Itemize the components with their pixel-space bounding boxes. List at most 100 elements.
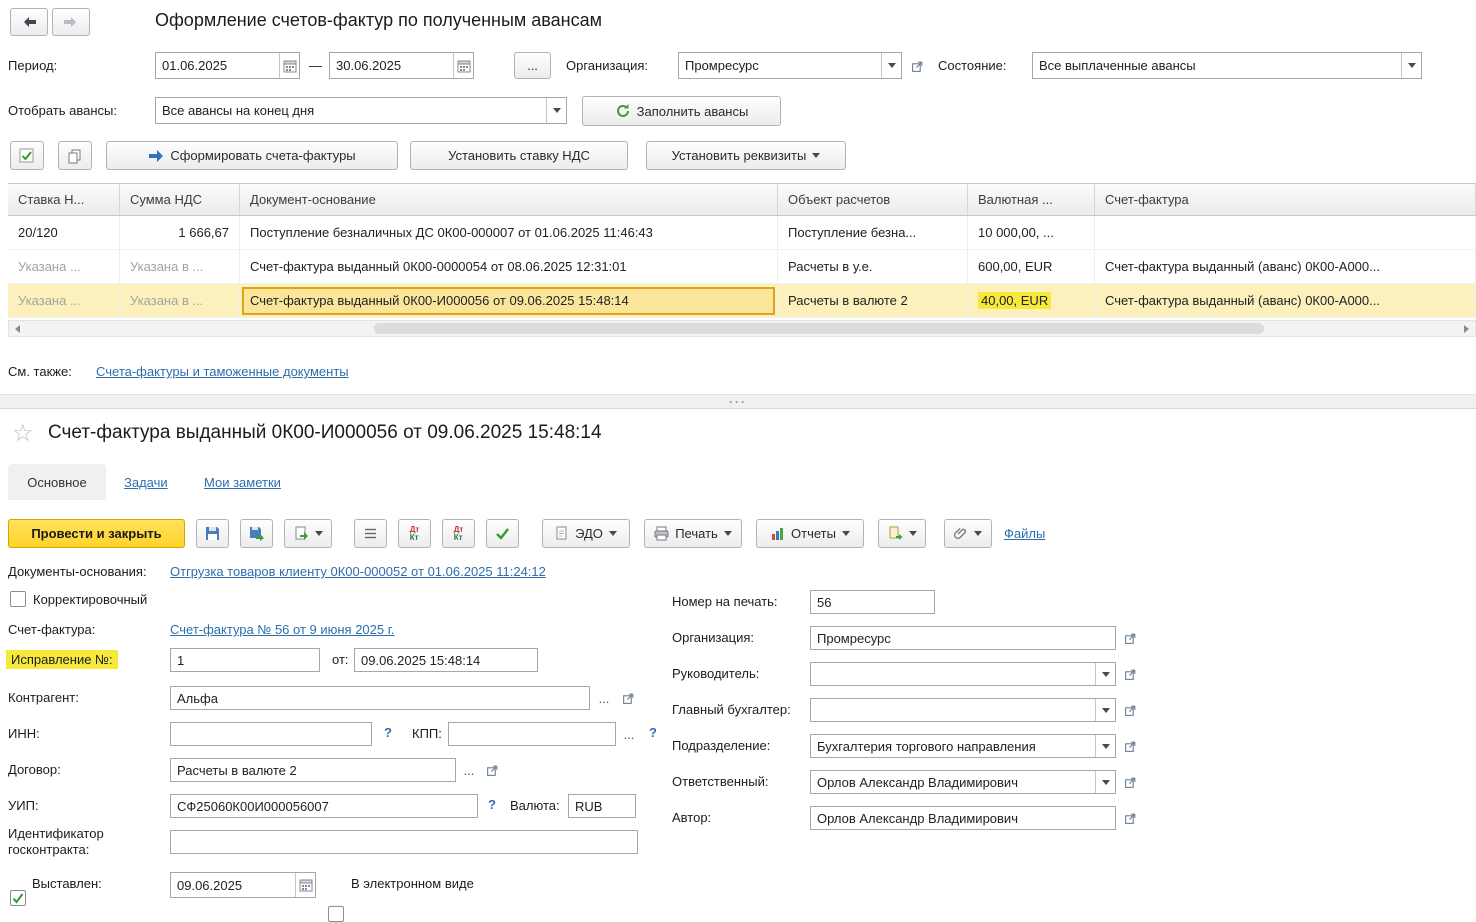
inn-field[interactable] (170, 722, 372, 746)
counterparty-field[interactable]: Альфа (170, 686, 590, 710)
select-all-button[interactable] (10, 141, 44, 170)
responsible-select[interactable]: Орлов Александр Владимирович (810, 770, 1116, 794)
post-document-button[interactable] (240, 519, 273, 548)
set-requisites-button[interactable]: Установить реквизиты (646, 141, 846, 170)
contract-open-button[interactable] (481, 759, 503, 781)
corrective-checkbox[interactable] (10, 591, 26, 607)
chevron-down-icon[interactable] (546, 98, 566, 123)
column-header-vat-sum[interactable]: Сумма НДС (120, 184, 240, 215)
date-to-field[interactable]: 30.06.2025 (329, 52, 474, 79)
organization-form-field[interactable]: Промресурс (810, 626, 1116, 650)
files-link[interactable]: Файлы (1004, 526, 1045, 541)
reports-button[interactable]: Отчеты (756, 519, 864, 548)
create-based-on-button[interactable] (878, 519, 926, 548)
issued-checkbox[interactable] (10, 890, 26, 906)
scroll-thumb[interactable] (374, 323, 1264, 334)
currency-field[interactable]: RUB (568, 794, 636, 818)
scroll-right-arrow[interactable] (1458, 321, 1475, 336)
contract-field[interactable]: Расчеты в валюте 2 (170, 758, 456, 782)
kpp-help-icon[interactable]: ? (649, 725, 657, 740)
author-open-button[interactable] (1119, 807, 1141, 829)
form-invoices-button[interactable]: Сформировать счета-фактуры (106, 141, 398, 170)
calendar-icon[interactable] (453, 53, 473, 78)
check-button[interactable] (486, 519, 519, 548)
uip-help-icon[interactable]: ? (488, 797, 496, 812)
chevron-down-icon[interactable] (1095, 735, 1115, 757)
save-menu-button[interactable] (284, 519, 332, 548)
calendar-icon[interactable] (279, 53, 299, 78)
select-advances-select[interactable]: Все авансы на конец дня (155, 97, 567, 124)
save-button[interactable] (196, 519, 229, 548)
department-select[interactable]: Бухгалтерия торгового направления (810, 734, 1116, 758)
correction-no-field[interactable]: 1 (170, 648, 320, 672)
kpp-ellipsis-button[interactable]: ... (619, 724, 639, 744)
inn-help-icon[interactable]: ? (384, 725, 392, 740)
postings-report-button[interactable] (442, 519, 475, 548)
department-open-button[interactable] (1119, 735, 1141, 757)
nav-back-button[interactable] (10, 8, 48, 36)
calendar-icon[interactable] (295, 873, 315, 897)
column-header-settlement-object[interactable]: Объект расчетов (778, 184, 968, 215)
document-title: Счет-фактура выданный 0К00-И000056 от 09… (48, 422, 602, 444)
table-row-selected[interactable]: Указана ... Указана в ... Счет-фактура в… (8, 284, 1476, 318)
column-header-base-document[interactable]: Документ-основание (240, 184, 778, 215)
correction-from-field[interactable]: 09.06.2025 15:48:14 (354, 648, 538, 672)
post-and-close-button[interactable]: Провести и закрыть (8, 519, 185, 548)
state-select[interactable]: Все выплаченные авансы (1032, 52, 1422, 79)
window-splitter[interactable] (0, 394, 1476, 409)
electronic-checkbox[interactable] (328, 906, 344, 922)
responsible-open-button[interactable] (1119, 771, 1141, 793)
column-header-vat-rate[interactable]: Ставка Н... (8, 184, 120, 215)
chevron-down-icon[interactable] (1401, 53, 1421, 78)
attachments-button[interactable] (944, 519, 992, 548)
postings-dt-kt-button[interactable] (398, 519, 431, 548)
see-also-link[interactable]: Счета-фактуры и таможенные документы (96, 364, 349, 379)
cell-vat-sum: 1 666,67 (120, 216, 240, 249)
head-select[interactable] (810, 662, 1116, 686)
scroll-track[interactable] (26, 321, 1458, 336)
column-header-currency-amount[interactable]: Валютная ... (968, 184, 1095, 215)
tab-main[interactable]: Основное (8, 464, 106, 500)
chevron-down-icon[interactable] (1095, 771, 1115, 793)
cell-invoice: Счет-фактура выданный (аванс) 0К00-А000.… (1095, 250, 1476, 283)
gov-contract-field[interactable] (170, 830, 638, 854)
print-button[interactable]: Печать (644, 519, 742, 548)
counterparty-open-button[interactable] (617, 687, 639, 709)
fill-advances-button[interactable]: Заполнить авансы (582, 96, 781, 126)
show-in-list-button[interactable] (354, 519, 387, 548)
tab-notes[interactable]: Мои заметки (204, 475, 281, 490)
issued-date-field[interactable]: 09.06.2025 (170, 872, 316, 898)
dt-kt-icon (454, 526, 464, 542)
tab-tasks[interactable]: Задачи (124, 475, 168, 490)
focused-cell[interactable]: Счет-фактура выданный 0К00-И000056 от 09… (242, 287, 775, 315)
kpp-field[interactable] (448, 722, 616, 746)
table-row[interactable]: Указана ... Указана в ... Счет-фактура в… (8, 250, 1476, 284)
table-row[interactable]: 20/120 1 666,67 Поступление безналичных … (8, 216, 1476, 250)
favorite-star-icon[interactable] (12, 422, 34, 446)
date-from-field[interactable]: 01.06.2025 (155, 52, 300, 79)
organization-form-open-button[interactable] (1119, 627, 1141, 649)
table-horizontal-scrollbar[interactable] (8, 320, 1476, 337)
set-vat-rate-button[interactable]: Установить ставку НДС (410, 141, 628, 170)
invoice-link[interactable]: Счет-фактура № 56 от 9 июня 2025 г. (170, 622, 395, 637)
chevron-down-icon[interactable] (1095, 699, 1115, 721)
organization-select[interactable]: Промресурс (678, 52, 902, 79)
head-open-button[interactable] (1119, 663, 1141, 685)
print-number-field[interactable]: 56 (810, 590, 935, 614)
nav-forward-button[interactable] (52, 8, 90, 36)
base-documents-link[interactable]: Отгрузка товаров клиенту 0К00-000052 от … (170, 564, 546, 579)
chevron-down-icon[interactable] (881, 53, 901, 78)
edo-button[interactable]: ЭДО (542, 519, 630, 548)
counterparty-ellipsis-button[interactable]: ... (594, 688, 614, 708)
chevron-down-icon[interactable] (1095, 663, 1115, 685)
chief-accountant-select[interactable] (810, 698, 1116, 722)
author-field[interactable]: Орлов Александр Владимирович (810, 806, 1116, 830)
column-header-invoice[interactable]: Счет-фактура (1095, 184, 1476, 215)
organization-open-button[interactable] (906, 55, 928, 77)
scroll-left-arrow[interactable] (9, 321, 26, 336)
contract-ellipsis-button[interactable]: ... (459, 760, 479, 780)
chief-accountant-open-button[interactable] (1119, 699, 1141, 721)
copy-button[interactable] (58, 141, 92, 170)
period-more-button[interactable]: ... (514, 52, 551, 79)
uip-field[interactable]: СФ25060К00И000056007 (170, 794, 478, 818)
